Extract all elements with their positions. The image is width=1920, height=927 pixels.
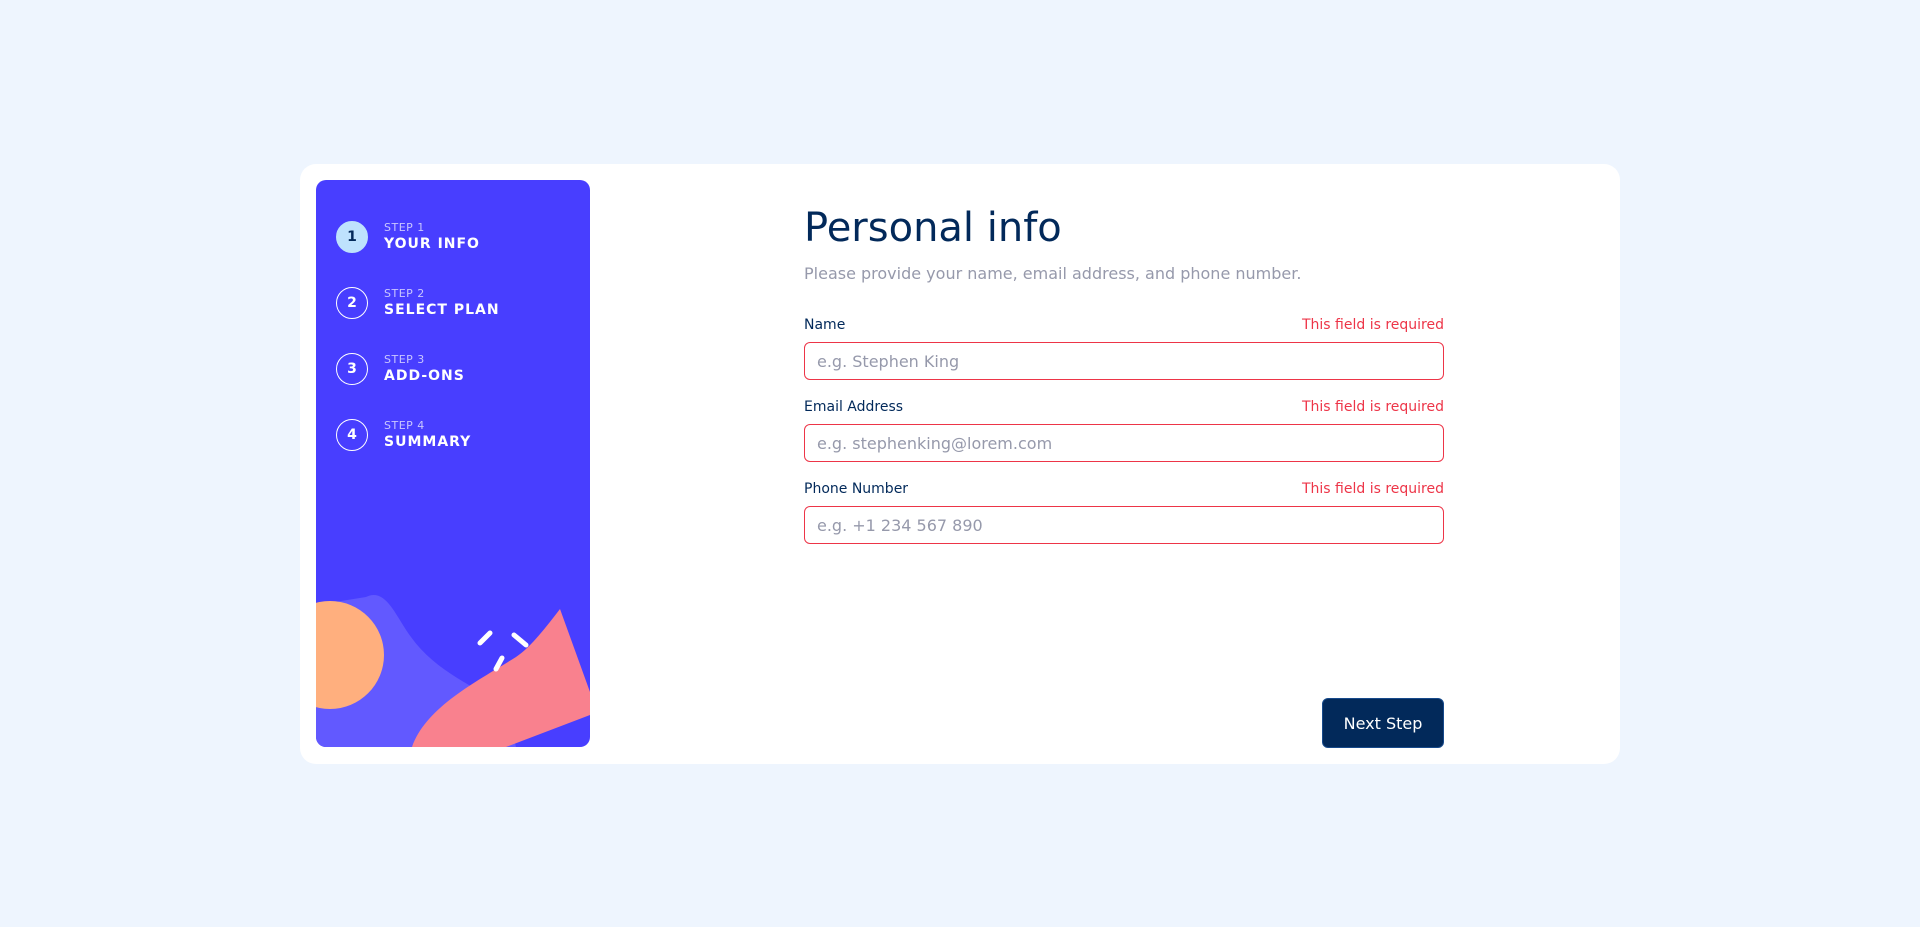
next-step-button[interactable]: Next Step [1322, 698, 1444, 748]
step-caption: STEP 2 [384, 287, 425, 300]
step-caption: STEP 4 [384, 419, 425, 432]
name-error: This field is required [1301, 317, 1444, 333]
step-item-4[interactable]: 4 STEP 4 SUMMARY [336, 418, 500, 452]
step-title: YOUR INFO [384, 236, 480, 252]
phone-error: This field is required [1301, 481, 1444, 497]
name-input[interactable] [804, 342, 1444, 380]
step-number: 4 [336, 419, 368, 451]
email-field-group: Email Address This field is required [804, 398, 1444, 462]
step-number: 3 [336, 353, 368, 385]
phone-label: Phone Number [804, 481, 909, 497]
step-item-2[interactable]: 2 STEP 2 SELECT PLAN [336, 286, 500, 320]
decor-sparkle-line [511, 632, 529, 648]
phone-field-group: Phone Number This field is required [804, 480, 1444, 544]
sidebar-decoration [316, 595, 590, 747]
step-item-3[interactable]: 3 STEP 3 ADD-ONS [336, 352, 500, 386]
name-label: Name [804, 317, 846, 333]
step-item-1[interactable]: 1 STEP 1 YOUR INFO [336, 220, 500, 254]
step-number: 1 [336, 221, 368, 253]
step-list: 1 STEP 1 YOUR INFO 2 STEP 2 SELECT PLAN … [336, 220, 500, 484]
email-label: Email Address [804, 399, 904, 415]
step-title: SELECT PLAN [384, 302, 500, 318]
decor-sparkle-line [477, 630, 493, 646]
page-title: Personal info [804, 205, 1062, 251]
email-input[interactable] [804, 424, 1444, 462]
main-content: Personal info Please provide your name, … [804, 204, 1444, 544]
email-error: This field is required [1301, 399, 1444, 415]
step-caption: STEP 3 [384, 353, 425, 366]
page-subtitle: Please provide your name, email address,… [804, 264, 1302, 283]
phone-input[interactable] [804, 506, 1444, 544]
name-field-group: Name This field is required [804, 316, 1444, 380]
step-title: ADD-ONS [384, 368, 465, 384]
form-card: 1 STEP 1 YOUR INFO 2 STEP 2 SELECT PLAN … [300, 164, 1620, 764]
step-number: 2 [336, 287, 368, 319]
step-title: SUMMARY [384, 434, 472, 450]
sidebar: 1 STEP 1 YOUR INFO 2 STEP 2 SELECT PLAN … [316, 180, 590, 747]
step-caption: STEP 1 [384, 221, 425, 234]
